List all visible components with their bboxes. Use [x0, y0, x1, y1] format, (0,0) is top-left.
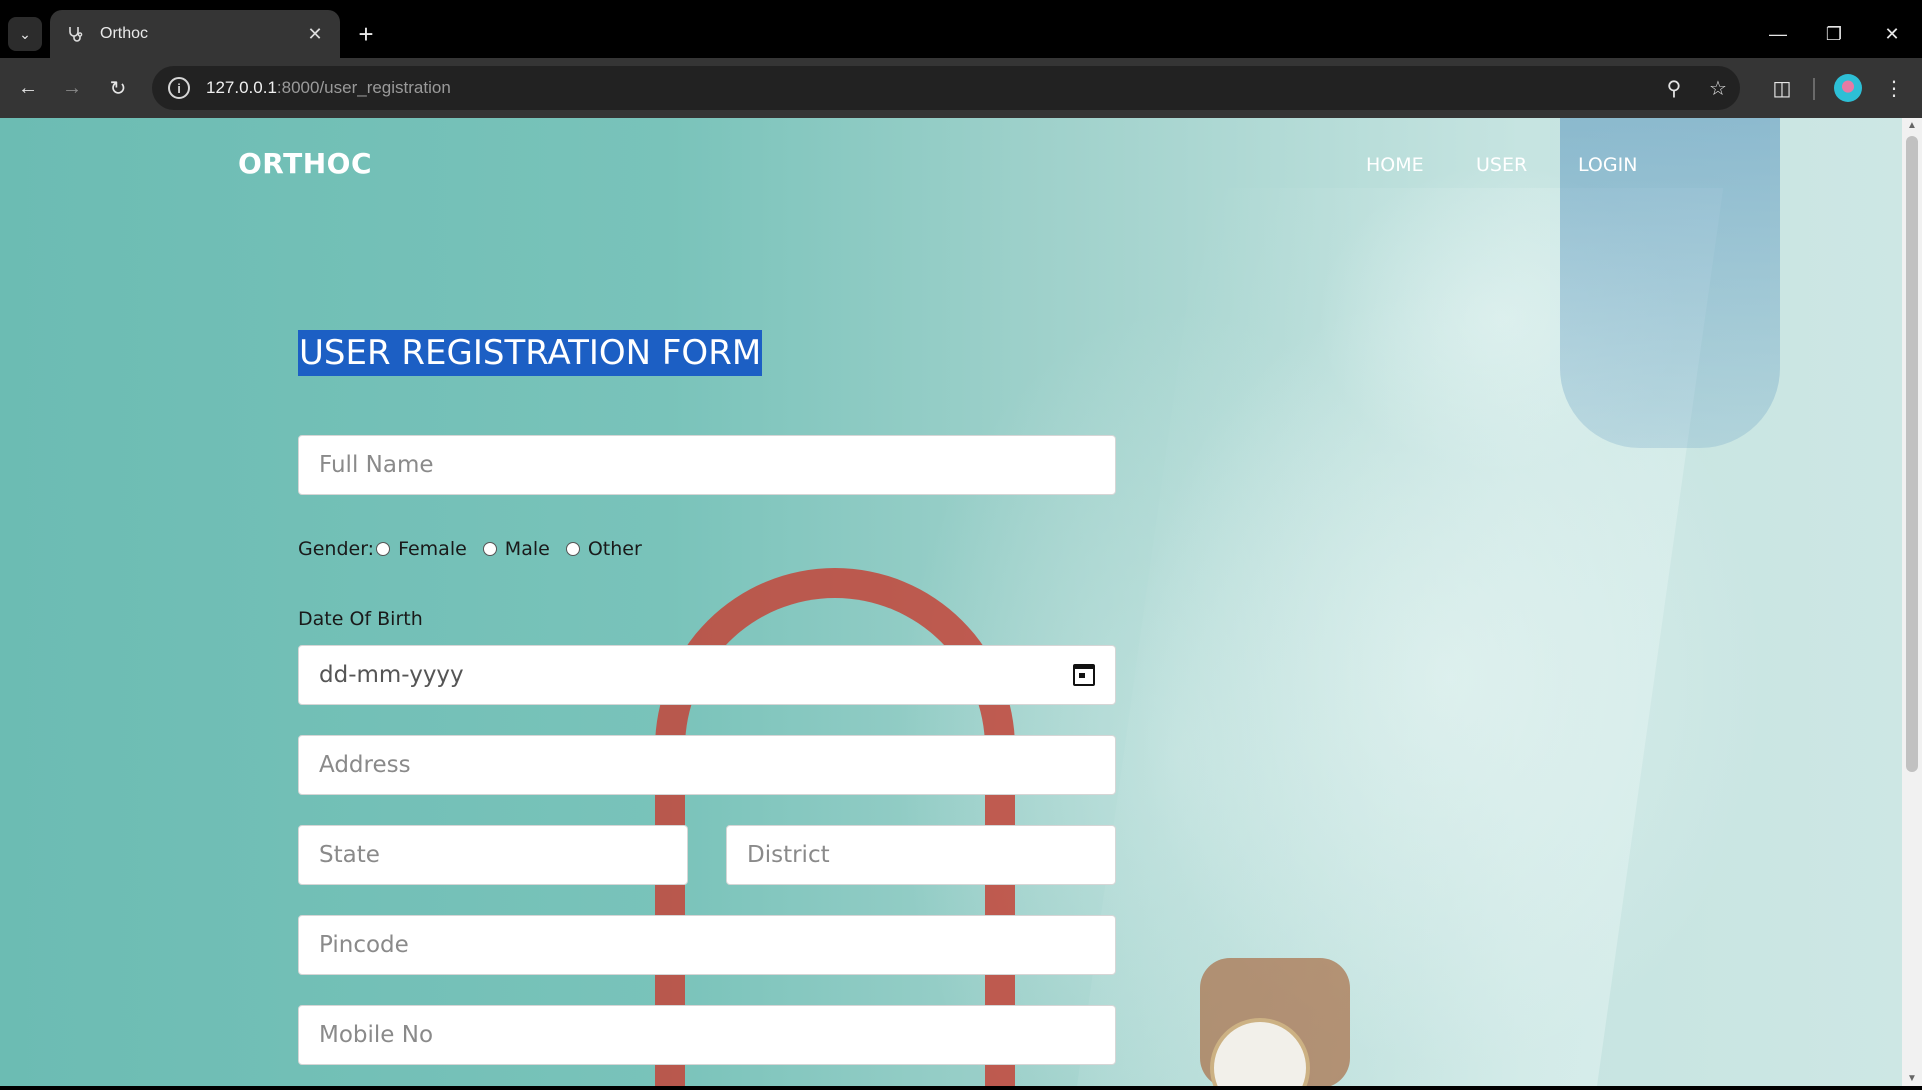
radio-other[interactable]: [565, 542, 580, 556]
gender-group: Gender: Female Male Other: [298, 538, 656, 560]
pincode-field[interactable]: Pincode: [298, 915, 1116, 975]
toolbar-divider: [1813, 78, 1815, 100]
full-name-placeholder: Full Name: [319, 452, 434, 478]
page-viewport: ORTHOC HOME USER LOGIN USER REGISTRATION…: [0, 118, 1902, 1086]
dob-label: Date Of Birth: [298, 608, 423, 630]
dob-field[interactable]: dd-mm-yyyy: [298, 645, 1116, 705]
district-field[interactable]: District: [726, 825, 1116, 885]
window-close-icon[interactable]: ✕: [1872, 14, 1912, 54]
reload-icon[interactable]: ↻: [102, 72, 134, 104]
tab-strip: ⌄ Orthoc ✕ + — ❐ ✕: [0, 0, 1922, 58]
tab-title: Orthoc: [100, 25, 149, 42]
gender-option-other[interactable]: Other: [564, 538, 642, 560]
radio-female[interactable]: [376, 542, 391, 556]
scroll-down-icon[interactable]: ▼: [1907, 1073, 1917, 1084]
scrollbar-thumb[interactable]: [1906, 136, 1918, 772]
extensions-puzzle-icon[interactable]: ◫: [1766, 72, 1798, 104]
dob-placeholder: dd-mm-yyyy: [319, 662, 464, 688]
mobile-placeholder: Mobile No: [319, 1022, 434, 1048]
page-scrollbar[interactable]: ▲ ▼: [1902, 118, 1922, 1086]
site-logo[interactable]: ORTHOC: [238, 147, 372, 180]
state-placeholder: State: [319, 842, 380, 868]
minimize-icon[interactable]: —: [1758, 14, 1798, 54]
state-field[interactable]: State: [298, 825, 688, 885]
gender-option-female[interactable]: Female: [374, 538, 467, 560]
back-arrow-icon[interactable]: ←: [12, 72, 44, 104]
forward-arrow-icon[interactable]: →: [56, 72, 88, 104]
new-tab-plus-icon[interactable]: +: [352, 19, 380, 49]
stethoscope-icon: [64, 23, 86, 45]
gender-option-male[interactable]: Male: [481, 538, 550, 560]
more-menu-icon[interactable]: ⋮: [1878, 72, 1910, 104]
radio-male[interactable]: [482, 542, 497, 556]
tab-search-button[interactable]: ⌄: [8, 17, 42, 51]
gender-label: Gender:: [298, 538, 375, 560]
close-icon[interactable]: ✕: [304, 23, 326, 45]
district-placeholder: District: [747, 842, 830, 868]
form-title: USER REGISTRATION FORM: [298, 330, 763, 376]
full-name-field[interactable]: Full Name: [298, 435, 1116, 495]
nav-user[interactable]: USER: [1476, 154, 1527, 176]
url-text: 127.0.0.1:8000/user_registration: [206, 78, 451, 97]
nav-login[interactable]: LOGIN: [1578, 154, 1637, 176]
password-key-icon[interactable]: ⚲: [1660, 74, 1688, 102]
profile-avatar[interactable]: [1834, 74, 1862, 102]
pincode-placeholder: Pincode: [319, 932, 409, 958]
bookmark-star-icon[interactable]: ☆: [1704, 74, 1732, 102]
browser-tab[interactable]: Orthoc ✕: [50, 10, 340, 58]
restore-icon[interactable]: ❐: [1814, 14, 1854, 54]
chevron-down-icon: ⌄: [19, 25, 31, 42]
calendar-icon[interactable]: [1073, 664, 1095, 686]
address-bar[interactable]: i 127.0.0.1:8000/user_registration ⚲ ☆: [152, 66, 1740, 110]
browser-chrome: ⌄ Orthoc ✕ + — ❐ ✕ ← → ↻ i 127.0.0.1:800…: [0, 0, 1922, 118]
address-placeholder: Address: [319, 752, 411, 778]
address-field[interactable]: Address: [298, 735, 1116, 795]
browser-toolbar: ← → ↻ i 127.0.0.1:8000/user_registration…: [0, 58, 1922, 118]
nav-home[interactable]: HOME: [1366, 154, 1424, 176]
site-info-icon[interactable]: i: [168, 77, 190, 99]
mobile-field[interactable]: Mobile No: [298, 1005, 1116, 1065]
scroll-up-icon[interactable]: ▲: [1907, 120, 1917, 131]
